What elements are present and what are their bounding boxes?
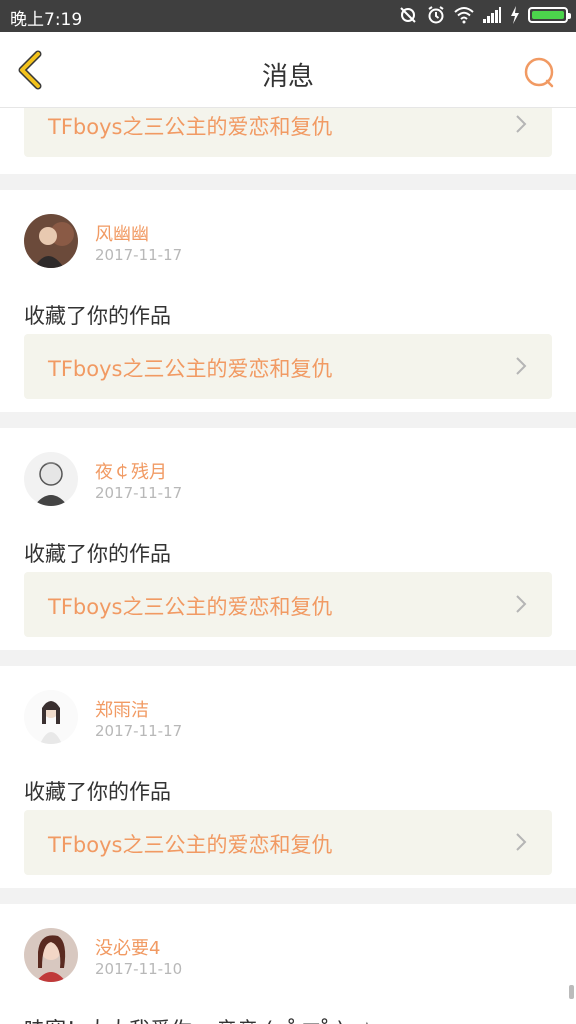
message-card: 风幽幽 2017-11-17 收藏了你的作品 TFboys之三公主的爱恋和复仇: [0, 190, 576, 412]
work-title: TFboys之三公主的爱恋和复仇: [48, 833, 333, 857]
message-user: 夜￠残月 2017-11-17: [0, 452, 576, 514]
avatar[interactable]: [24, 690, 78, 744]
work-link[interactable]: TFboys之三公主的爱恋和复仇: [24, 572, 552, 637]
alarm-icon: [428, 6, 444, 24]
message-card: TFboys之三公主的爱恋和复仇: [0, 108, 576, 174]
user-name[interactable]: 没必要4: [95, 934, 160, 960]
message-date: 2017-11-17: [95, 246, 183, 264]
status-time: 晚上7:19: [10, 10, 83, 30]
battery-icon: [528, 7, 571, 23]
message-user: 郑雨洁 2017-11-17: [0, 690, 576, 752]
status-icons: [398, 6, 571, 24]
work-title: TFboys之三公主的爱恋和复仇: [48, 357, 333, 381]
user-name[interactable]: 郑雨洁: [95, 696, 149, 722]
message-text: 收藏了你的作品: [24, 304, 171, 328]
work-link[interactable]: TFboys之三公主的爱恋和复仇: [24, 810, 552, 875]
user-name[interactable]: 风幽幽: [95, 220, 149, 246]
status-bar: 晚上7:19: [0, 0, 576, 32]
chevron-right-icon: [516, 357, 527, 375]
user-name[interactable]: 夜￠残月: [95, 458, 167, 484]
message-card: 夜￠残月 2017-11-17 收藏了你的作品 TFboys之三公主的爱恋和复仇: [0, 428, 576, 650]
message-date: 2017-11-17: [95, 722, 183, 740]
wifi-icon: [454, 7, 474, 24]
message-text: 收藏了你的作品: [24, 542, 171, 566]
message-date: 2017-11-10: [95, 960, 183, 978]
work-title: TFboys之三公主的爱恋和复仇: [48, 115, 333, 139]
message-date: 2017-11-17: [95, 484, 183, 502]
work-title: TFboys之三公主的爱恋和复仇: [48, 595, 333, 619]
chevron-right-icon: [516, 833, 527, 851]
scrollbar[interactable]: [569, 985, 574, 999]
message-list[interactable]: TFboys之三公主的爱恋和复仇 风幽幽 2017-11-17 收藏了你的作品 …: [0, 108, 576, 1024]
avatar[interactable]: [24, 928, 78, 982]
message-card: 郑雨洁 2017-11-17 收藏了你的作品 TFboys之三公主的爱恋和复仇: [0, 666, 576, 888]
message-card: 没必要4 2017-11-10 哇塞！大大我爱你~ 亲亲 (o˚ ▽˚ )o☆: [0, 904, 576, 1024]
work-link[interactable]: TFboys之三公主的爱恋和复仇: [24, 334, 552, 399]
app-header: 消息: [0, 32, 576, 108]
page-title: 消息: [261, 62, 314, 92]
signal-icon: [483, 7, 501, 23]
message-text: 收藏了你的作品: [24, 780, 171, 804]
mute-alarm-icon: [400, 7, 416, 23]
avatar[interactable]: [24, 452, 78, 506]
chevron-right-icon: [516, 115, 527, 133]
message-user: 没必要4 2017-11-10: [0, 928, 576, 990]
message-text: 哇塞！大大我爱你~ 亲亲 (o˚ ▽˚ )o☆: [0, 990, 576, 1024]
work-link[interactable]: TFboys之三公主的爱恋和复仇: [24, 108, 552, 157]
message-user: 风幽幽 2017-11-17: [0, 214, 576, 276]
search-icon[interactable]: [522, 56, 556, 90]
avatar[interactable]: [24, 214, 78, 268]
charging-icon: [511, 6, 519, 24]
chevron-right-icon: [516, 595, 527, 613]
